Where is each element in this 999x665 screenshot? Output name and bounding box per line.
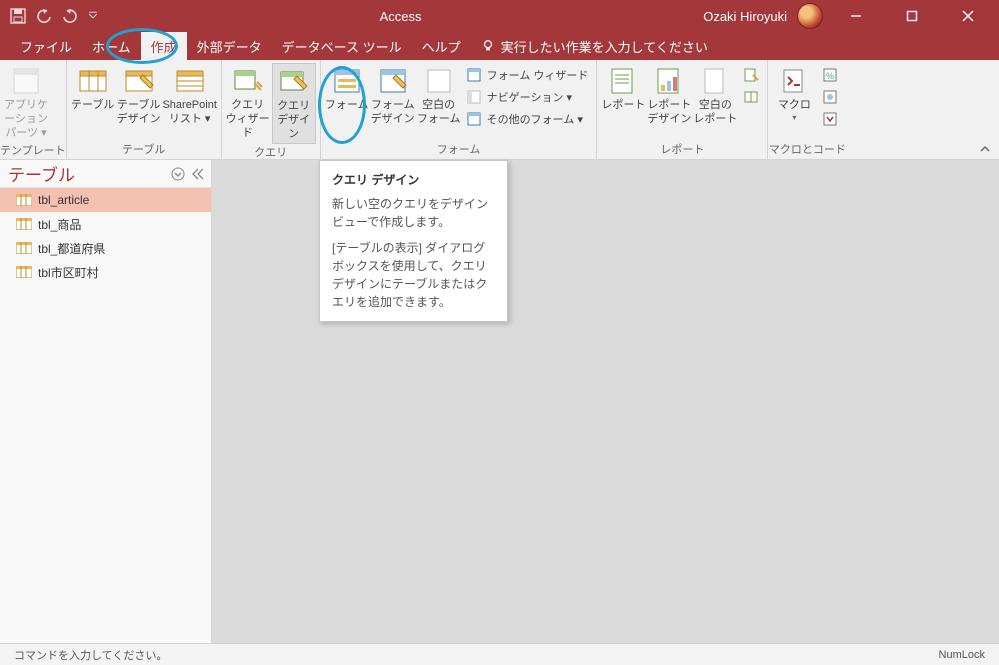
blank-report-button[interactable]: 空白の レポート bbox=[693, 63, 737, 129]
table-design-button[interactable]: テーブル デザイン bbox=[117, 63, 161, 129]
form-design-button[interactable]: フォーム デザイン bbox=[371, 63, 415, 129]
form-button[interactable]: フォーム bbox=[325, 63, 369, 115]
blank-form-button[interactable]: 空白の フォーム bbox=[417, 63, 461, 129]
report-design-button[interactable]: レポート デザイン bbox=[647, 63, 691, 129]
bulb-icon bbox=[481, 39, 495, 53]
nav-item[interactable]: tbl_article bbox=[0, 188, 211, 212]
tab-home[interactable]: ホーム bbox=[82, 32, 141, 60]
qat-more-icon[interactable] bbox=[88, 8, 98, 24]
group-macro: マクロとコード bbox=[768, 141, 846, 159]
macro-button[interactable]: マクロ▾ bbox=[772, 63, 816, 125]
table-icon bbox=[16, 194, 32, 206]
save-icon[interactable] bbox=[10, 8, 26, 24]
undo-icon[interactable] bbox=[36, 8, 52, 24]
tell-me[interactable]: 実行したい作業を入力してください bbox=[471, 32, 718, 60]
labels-icon[interactable] bbox=[743, 87, 759, 107]
tab-file[interactable]: ファイル bbox=[10, 32, 82, 60]
nav-item[interactable]: tbl_商品 bbox=[0, 212, 211, 236]
sharepoint-button[interactable]: SharePoint リスト ▾ bbox=[163, 63, 217, 129]
class-module-icon[interactable] bbox=[822, 87, 838, 107]
nav-collapse-icon[interactable] bbox=[191, 167, 203, 181]
collapse-ribbon-button[interactable] bbox=[977, 141, 993, 157]
table-icon bbox=[16, 266, 32, 278]
query-wizard-button[interactable]: クエリ ウィザード bbox=[226, 63, 270, 142]
group-form: フォーム bbox=[321, 141, 597, 159]
report-wizard-icon[interactable] bbox=[743, 65, 759, 85]
svg-text:%: % bbox=[826, 71, 834, 81]
close-button[interactable] bbox=[945, 0, 991, 32]
tab-help[interactable]: ヘルプ bbox=[412, 32, 471, 60]
redo-icon[interactable] bbox=[62, 8, 78, 24]
avatar[interactable] bbox=[797, 3, 823, 29]
nav-item[interactable]: tbl市区町村 bbox=[0, 260, 211, 284]
other-forms-button[interactable]: その他のフォーム ▾ bbox=[467, 109, 589, 129]
app-parts-button: アプリケーション パーツ ▾ bbox=[4, 63, 48, 142]
status-left: コマンドを入力してください。 bbox=[14, 647, 167, 663]
table-icon bbox=[16, 218, 32, 230]
minimize-button[interactable] bbox=[833, 0, 879, 32]
report-button[interactable]: レポート bbox=[601, 63, 645, 115]
module-icon[interactable]: % bbox=[822, 65, 838, 85]
table-icon bbox=[16, 242, 32, 254]
status-numlock: NumLock bbox=[939, 649, 985, 661]
navigation-button: ナビゲーション ▾ bbox=[467, 87, 589, 107]
query-design-button[interactable]: クエリ デザイン bbox=[272, 63, 316, 144]
group-template: テンプレート bbox=[0, 142, 66, 160]
navigation-pane: テーブル tbl_article tbl_商品 tbl_都道府県 tbl市区町村 bbox=[0, 160, 212, 643]
tab-create[interactable]: 作成 bbox=[141, 32, 187, 60]
nav-filter-icon[interactable] bbox=[171, 167, 185, 181]
tooltip: クエリ デザイン 新しい空のクエリをデザイン ビューで作成します。 [テーブルの… bbox=[319, 160, 508, 322]
nav-title[interactable]: テーブル bbox=[8, 161, 75, 186]
user-name[interactable]: Ozaki Hiroyuki bbox=[703, 9, 787, 24]
vba-icon[interactable] bbox=[822, 109, 838, 129]
canvas-area: クエリ デザイン 新しい空のクエリをデザイン ビューで作成します。 [テーブルの… bbox=[212, 160, 999, 643]
tab-dbtools[interactable]: データベース ツール bbox=[272, 32, 412, 60]
group-table: テーブル bbox=[67, 141, 221, 159]
maximize-button[interactable] bbox=[889, 0, 935, 32]
table-button[interactable]: テーブル bbox=[71, 63, 115, 115]
form-wizard-button[interactable]: フォーム ウィザード bbox=[467, 65, 589, 85]
app-title: Access bbox=[98, 9, 703, 24]
ribbon: アプリケーション パーツ ▾ テンプレート テーブル テーブル デザイン Sha… bbox=[0, 60, 999, 160]
nav-item[interactable]: tbl_都道府県 bbox=[0, 236, 211, 260]
group-report: レポート bbox=[597, 141, 767, 159]
tab-external[interactable]: 外部データ bbox=[187, 32, 272, 60]
